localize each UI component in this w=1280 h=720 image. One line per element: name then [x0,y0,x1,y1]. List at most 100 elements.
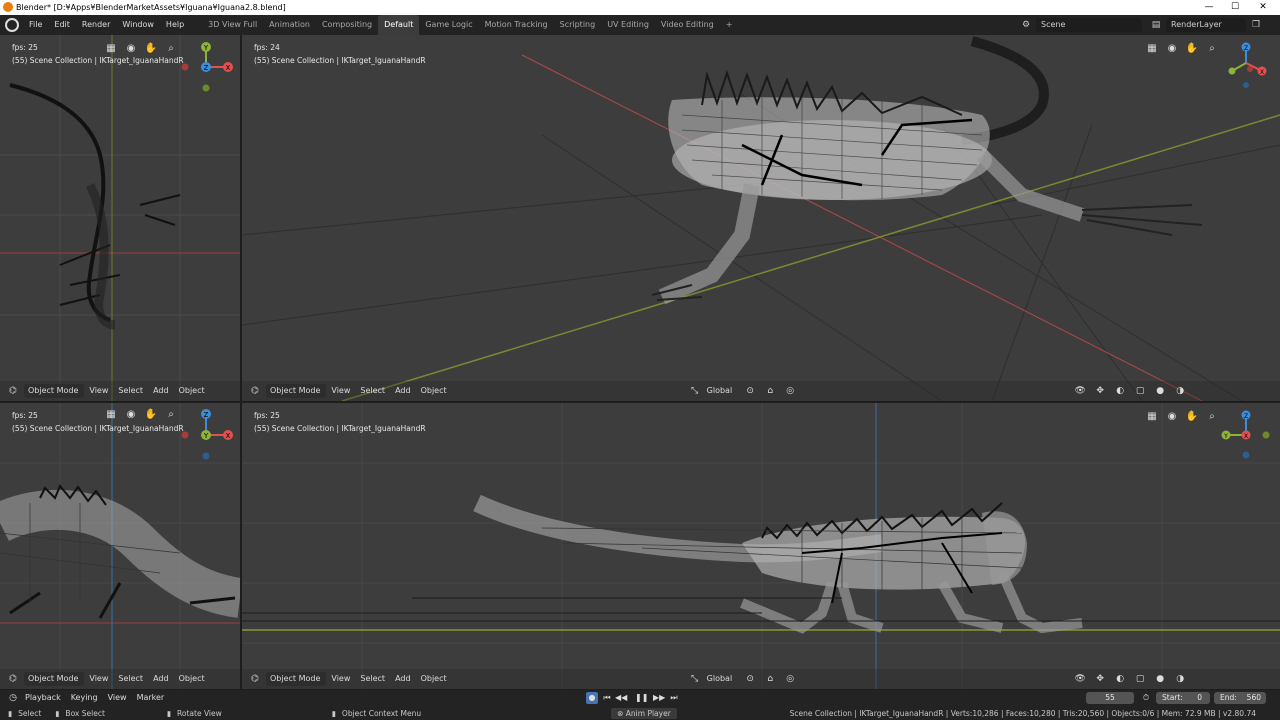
menu-add[interactable]: Add [148,381,174,401]
tab-compositing[interactable]: Compositing [316,15,378,35]
new-layer-icon[interactable]: ❐ [1250,19,1262,31]
tab-uv-editing[interactable]: UV Editing [601,15,655,35]
zoom-icon[interactable]: ⌕ [1205,42,1219,56]
render-layer-selector[interactable]: RenderLayer [1166,18,1246,32]
viewport-top-right[interactable]: fps: 24 (55) Scene Collection | IKTarget… [242,35,1280,401]
scene-icon[interactable]: ⚙ [1020,19,1032,31]
zoom-icon[interactable]: ⌕ [1205,410,1219,424]
object-mode-dropdown[interactable]: Object Mode [266,672,327,686]
transform-icon[interactable]: ⤡ [688,672,702,686]
object-mode-dropdown[interactable]: Object Mode [24,384,85,398]
viewport-bottom-right[interactable]: fps: 25 (55) Scene Collection | IKTarget… [242,403,1280,689]
grid-icon[interactable]: ▦ [104,408,118,422]
menu-file[interactable]: File [23,15,48,35]
menu-view[interactable]: View [84,669,113,689]
transform-icon[interactable]: ⤡ [688,384,702,398]
grid-icon[interactable]: ▦ [104,42,118,56]
jump-end-icon[interactable]: ⏭ [668,692,680,704]
menu-add[interactable]: Add [390,381,416,401]
navigation-gizmo[interactable]: Y X Z [180,39,236,99]
render-layer-icon[interactable]: ▤ [1150,19,1162,31]
menu-select[interactable]: Select [355,381,390,401]
camera-icon[interactable]: ◉ [124,42,138,56]
editor-type-icon[interactable]: ⌬ [248,672,262,686]
add-workspace-button[interactable]: + [720,15,739,35]
menu-object[interactable]: Object [416,381,452,401]
record-icon[interactable]: ● [586,692,598,704]
overlay-icon[interactable]: ◐ [1113,672,1127,686]
menu-view[interactable]: View [103,688,132,708]
editor-type-icon[interactable]: ⌬ [6,672,20,686]
menu-select[interactable]: Select [113,381,148,401]
overlay-icon[interactable]: ◐ [1113,384,1127,398]
menu-help[interactable]: Help [160,15,190,35]
menu-render[interactable]: Render [76,15,116,35]
orientation-dropdown[interactable]: Global [702,381,738,401]
menu-marker[interactable]: Marker [132,688,170,708]
menu-object[interactable]: Object [174,669,210,689]
menu-keying[interactable]: Keying [66,688,103,708]
shading-solid-icon[interactable]: ◑ [1173,672,1187,686]
gizmo-toggle-icon[interactable]: ✥ [1093,672,1107,686]
tab-motion-tracking[interactable]: Motion Tracking [479,15,554,35]
prev-key-icon[interactable]: ◀◀ [615,692,627,704]
tab-scripting[interactable]: Scripting [554,15,602,35]
timeline-editor-icon[interactable]: ◷ [6,691,20,705]
shading-icon[interactable]: ● [1153,384,1167,398]
object-mode-dropdown[interactable]: Object Mode [266,384,327,398]
snap-icon[interactable]: ⌂ [763,672,777,686]
start-frame-field[interactable]: Start: 0 [1156,692,1210,704]
tab-default[interactable]: Default [378,15,420,35]
menu-add[interactable]: Add [390,669,416,689]
menu-window[interactable]: Window [116,15,160,35]
blender-icon[interactable] [5,18,19,32]
editor-type-icon[interactable]: ⌬ [248,384,262,398]
navigation-gizmo[interactable]: Z Y X [1218,407,1278,467]
pause-icon[interactable]: ❚❚ [635,692,648,704]
menu-playback[interactable]: Playback [20,688,66,708]
navigation-gizmo[interactable]: Z X Y [180,405,236,465]
maximize-button[interactable]: ☐ [1222,0,1248,15]
zoom-icon[interactable]: ⌕ [164,408,178,422]
viewport-bottom-left[interactable]: fps: 25 (55) Scene Collection | IKTarget… [0,403,240,689]
tab-game-logic[interactable]: Game Logic [419,15,478,35]
camera-icon[interactable]: ◉ [124,408,138,422]
next-key-icon[interactable]: ▶▶ [653,692,665,704]
current-frame-field[interactable]: 55 [1086,692,1134,704]
pivot-icon[interactable]: ⊙ [743,384,757,398]
end-frame-field[interactable]: End: 560 [1214,692,1266,704]
camera-icon[interactable]: ◉ [1165,410,1179,424]
stopwatch-icon[interactable]: ⏱ [1140,692,1152,704]
hand-icon[interactable]: ✋ [144,42,158,56]
shading-solid-icon[interactable]: ◑ [1173,384,1187,398]
menu-view[interactable]: View [326,669,355,689]
pivot-icon[interactable]: ⊙ [743,672,757,686]
hand-icon[interactable]: ✋ [1185,42,1199,56]
close-button[interactable]: ✕ [1250,0,1276,15]
anim-player-task[interactable]: ⊗ Anim Player [611,707,677,719]
visibility-icon[interactable]: 👁 [1073,384,1087,398]
menu-edit[interactable]: Edit [48,15,76,35]
menu-view[interactable]: View [326,381,355,401]
tab-video-editing[interactable]: Video Editing [655,15,720,35]
snap-icon[interactable]: ⌂ [763,384,777,398]
tab-animation[interactable]: Animation [263,15,316,35]
menu-select[interactable]: Select [113,669,148,689]
grid-icon[interactable]: ▦ [1145,410,1159,424]
menu-object[interactable]: Object [416,669,452,689]
proportional-icon[interactable]: ◎ [783,672,797,686]
shading-icon[interactable]: ● [1153,672,1167,686]
editor-type-icon[interactable]: ⌬ [6,384,20,398]
proportional-icon[interactable]: ◎ [783,384,797,398]
menu-view[interactable]: View [84,381,113,401]
grid-icon[interactable]: ▦ [1145,42,1159,56]
minimize-button[interactable]: — [1196,0,1222,15]
xray-icon[interactable]: ▢ [1133,672,1147,686]
zoom-icon[interactable]: ⌕ [164,42,178,56]
hand-icon[interactable]: ✋ [144,408,158,422]
menu-select[interactable]: Select [355,669,390,689]
hand-icon[interactable]: ✋ [1185,410,1199,424]
menu-object[interactable]: Object [174,381,210,401]
orientation-dropdown[interactable]: Global [702,669,738,689]
object-mode-dropdown[interactable]: Object Mode [24,672,85,686]
